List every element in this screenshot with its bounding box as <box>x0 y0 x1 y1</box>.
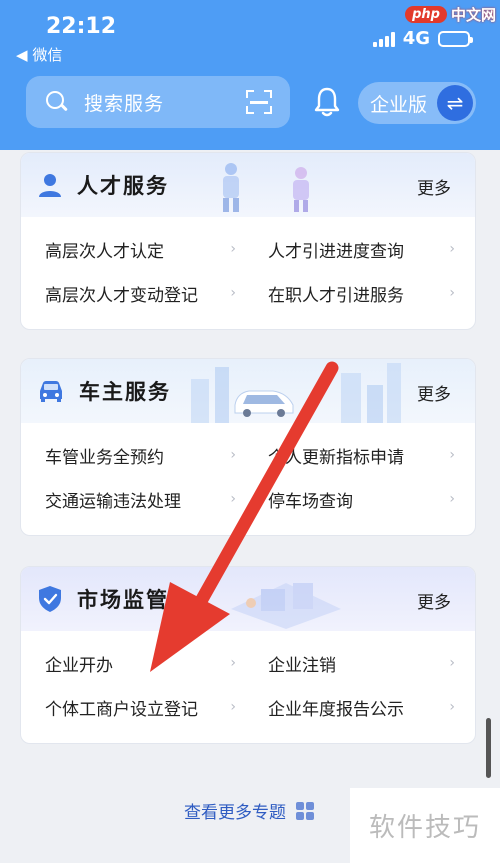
watermark-text: 中文网 <box>450 6 496 24</box>
back-app-label: 微信 <box>32 46 63 64</box>
status-icons: 4G <box>372 28 473 49</box>
white-car-illustration-icon <box>234 390 294 417</box>
car-owner-services-card: 车主服务 更多 车管业务全预约 › 个人更新指标申请 › 交通运输违法处理 › 停车场… <box>20 358 476 536</box>
service-label: 交通运输违法处理 <box>45 491 181 512</box>
scan-icon[interactable] <box>246 90 272 114</box>
service-item[interactable]: 在职人才引进服务 › <box>250 281 455 306</box>
status-time: 22:12 <box>46 14 117 39</box>
chevron-right-icon: › <box>230 699 236 715</box>
service-item[interactable]: 企业年度报告公示 › <box>250 695 455 720</box>
enterprise-label: 企业版 <box>370 93 428 116</box>
more-topics-label: 查看更多专题 <box>184 803 286 823</box>
service-item[interactable]: 车管业务全预约 › <box>45 443 250 468</box>
watermark-bottom: 软件技巧 <box>350 788 500 863</box>
market-supervision-card: 市场监管 更多 企业开办 › 企业注销 › 个体工商户设立登记 › 企业年度报告公示 › <box>20 566 476 744</box>
grid-icon <box>296 801 314 820</box>
php-badge: php <box>405 6 447 23</box>
card-title: 市场监管 <box>77 588 169 612</box>
card-header: 车主服务 更多 <box>21 359 475 423</box>
card-title: 车主服务 <box>79 380 171 404</box>
service-item[interactable]: 个体工商户设立登记 › <box>45 695 250 720</box>
shield-icon <box>39 586 61 612</box>
person-icon <box>39 174 61 197</box>
more-topics-link[interactable]: 查看更多专题 <box>184 798 314 823</box>
signal-icon <box>372 31 395 47</box>
service-item[interactable]: 交通运输违法处理 › <box>45 487 250 512</box>
chevron-right-icon: › <box>449 447 455 463</box>
more-link[interactable]: 更多 <box>417 174 451 199</box>
back-to-wechat[interactable]: ◀ 微信 <box>16 44 62 65</box>
watermark-logo: php 中文网 <box>405 4 496 25</box>
chevron-right-icon: › <box>230 491 236 507</box>
service-label: 车管业务全预约 <box>45 447 164 468</box>
service-item[interactable]: 企业开办 › <box>45 651 250 676</box>
car-icon <box>40 381 62 402</box>
search-placeholder: 搜索服务 <box>84 92 165 115</box>
more-link[interactable]: 更多 <box>417 588 451 613</box>
service-item[interactable]: 个人更新指标申请 › <box>250 443 455 468</box>
service-item[interactable]: 高层次人才认定 › <box>45 237 250 262</box>
city-illustration-icon <box>191 363 401 423</box>
service-label: 企业开办 <box>45 655 113 676</box>
service-label: 个体工商户设立登记 <box>45 699 198 720</box>
service-label: 企业注销 <box>268 655 336 676</box>
enterprise-switch-button[interactable]: 企业版 ⇌ <box>358 82 476 124</box>
service-item[interactable]: 人才引进进度查询 › <box>250 237 455 262</box>
chevron-right-icon: › <box>449 241 455 257</box>
more-link[interactable]: 更多 <box>417 380 451 405</box>
service-label: 人才引进进度查询 <box>268 241 404 262</box>
service-label: 在职人才引进服务 <box>268 285 404 306</box>
search-icon <box>46 91 68 113</box>
chevron-right-icon: › <box>449 699 455 715</box>
service-label: 高层次人才认定 <box>45 241 164 262</box>
card-title: 人才服务 <box>77 174 169 198</box>
search-input[interactable]: 搜索服务 <box>26 76 290 128</box>
scrollbar[interactable] <box>486 718 491 778</box>
service-item[interactable]: 停车场查询 › <box>250 487 455 512</box>
bell-icon[interactable] <box>312 86 342 118</box>
chevron-right-icon: › <box>230 241 236 257</box>
people-illustration-icon <box>223 163 309 212</box>
network-type: 4G <box>402 28 430 49</box>
building-illustration-icon <box>231 583 341 629</box>
chevron-right-icon: › <box>449 655 455 671</box>
swap-icon: ⇌ <box>437 85 473 121</box>
chevron-right-icon: › <box>449 285 455 301</box>
service-label: 高层次人才变动登记 <box>45 285 198 306</box>
chevron-right-icon: › <box>230 285 236 301</box>
battery-icon <box>438 30 473 47</box>
service-label: 企业年度报告公示 <box>268 699 404 720</box>
service-label: 个人更新指标申请 <box>268 447 404 468</box>
card-header: 人才服务 更多 <box>21 153 475 217</box>
card-header: 市场监管 更多 <box>21 567 475 631</box>
talent-services-card: 人才服务 更多 高层次人才认定 › 人才引进进度查询 › 高层次人才变动登记 › 在职… <box>20 152 476 330</box>
service-item[interactable]: 高层次人才变动登记 › <box>45 281 250 306</box>
chevron-right-icon: › <box>230 447 236 463</box>
service-item[interactable]: 企业注销 › <box>250 651 455 676</box>
chevron-right-icon: › <box>230 655 236 671</box>
chevron-right-icon: › <box>449 491 455 507</box>
service-label: 停车场查询 <box>268 491 353 512</box>
